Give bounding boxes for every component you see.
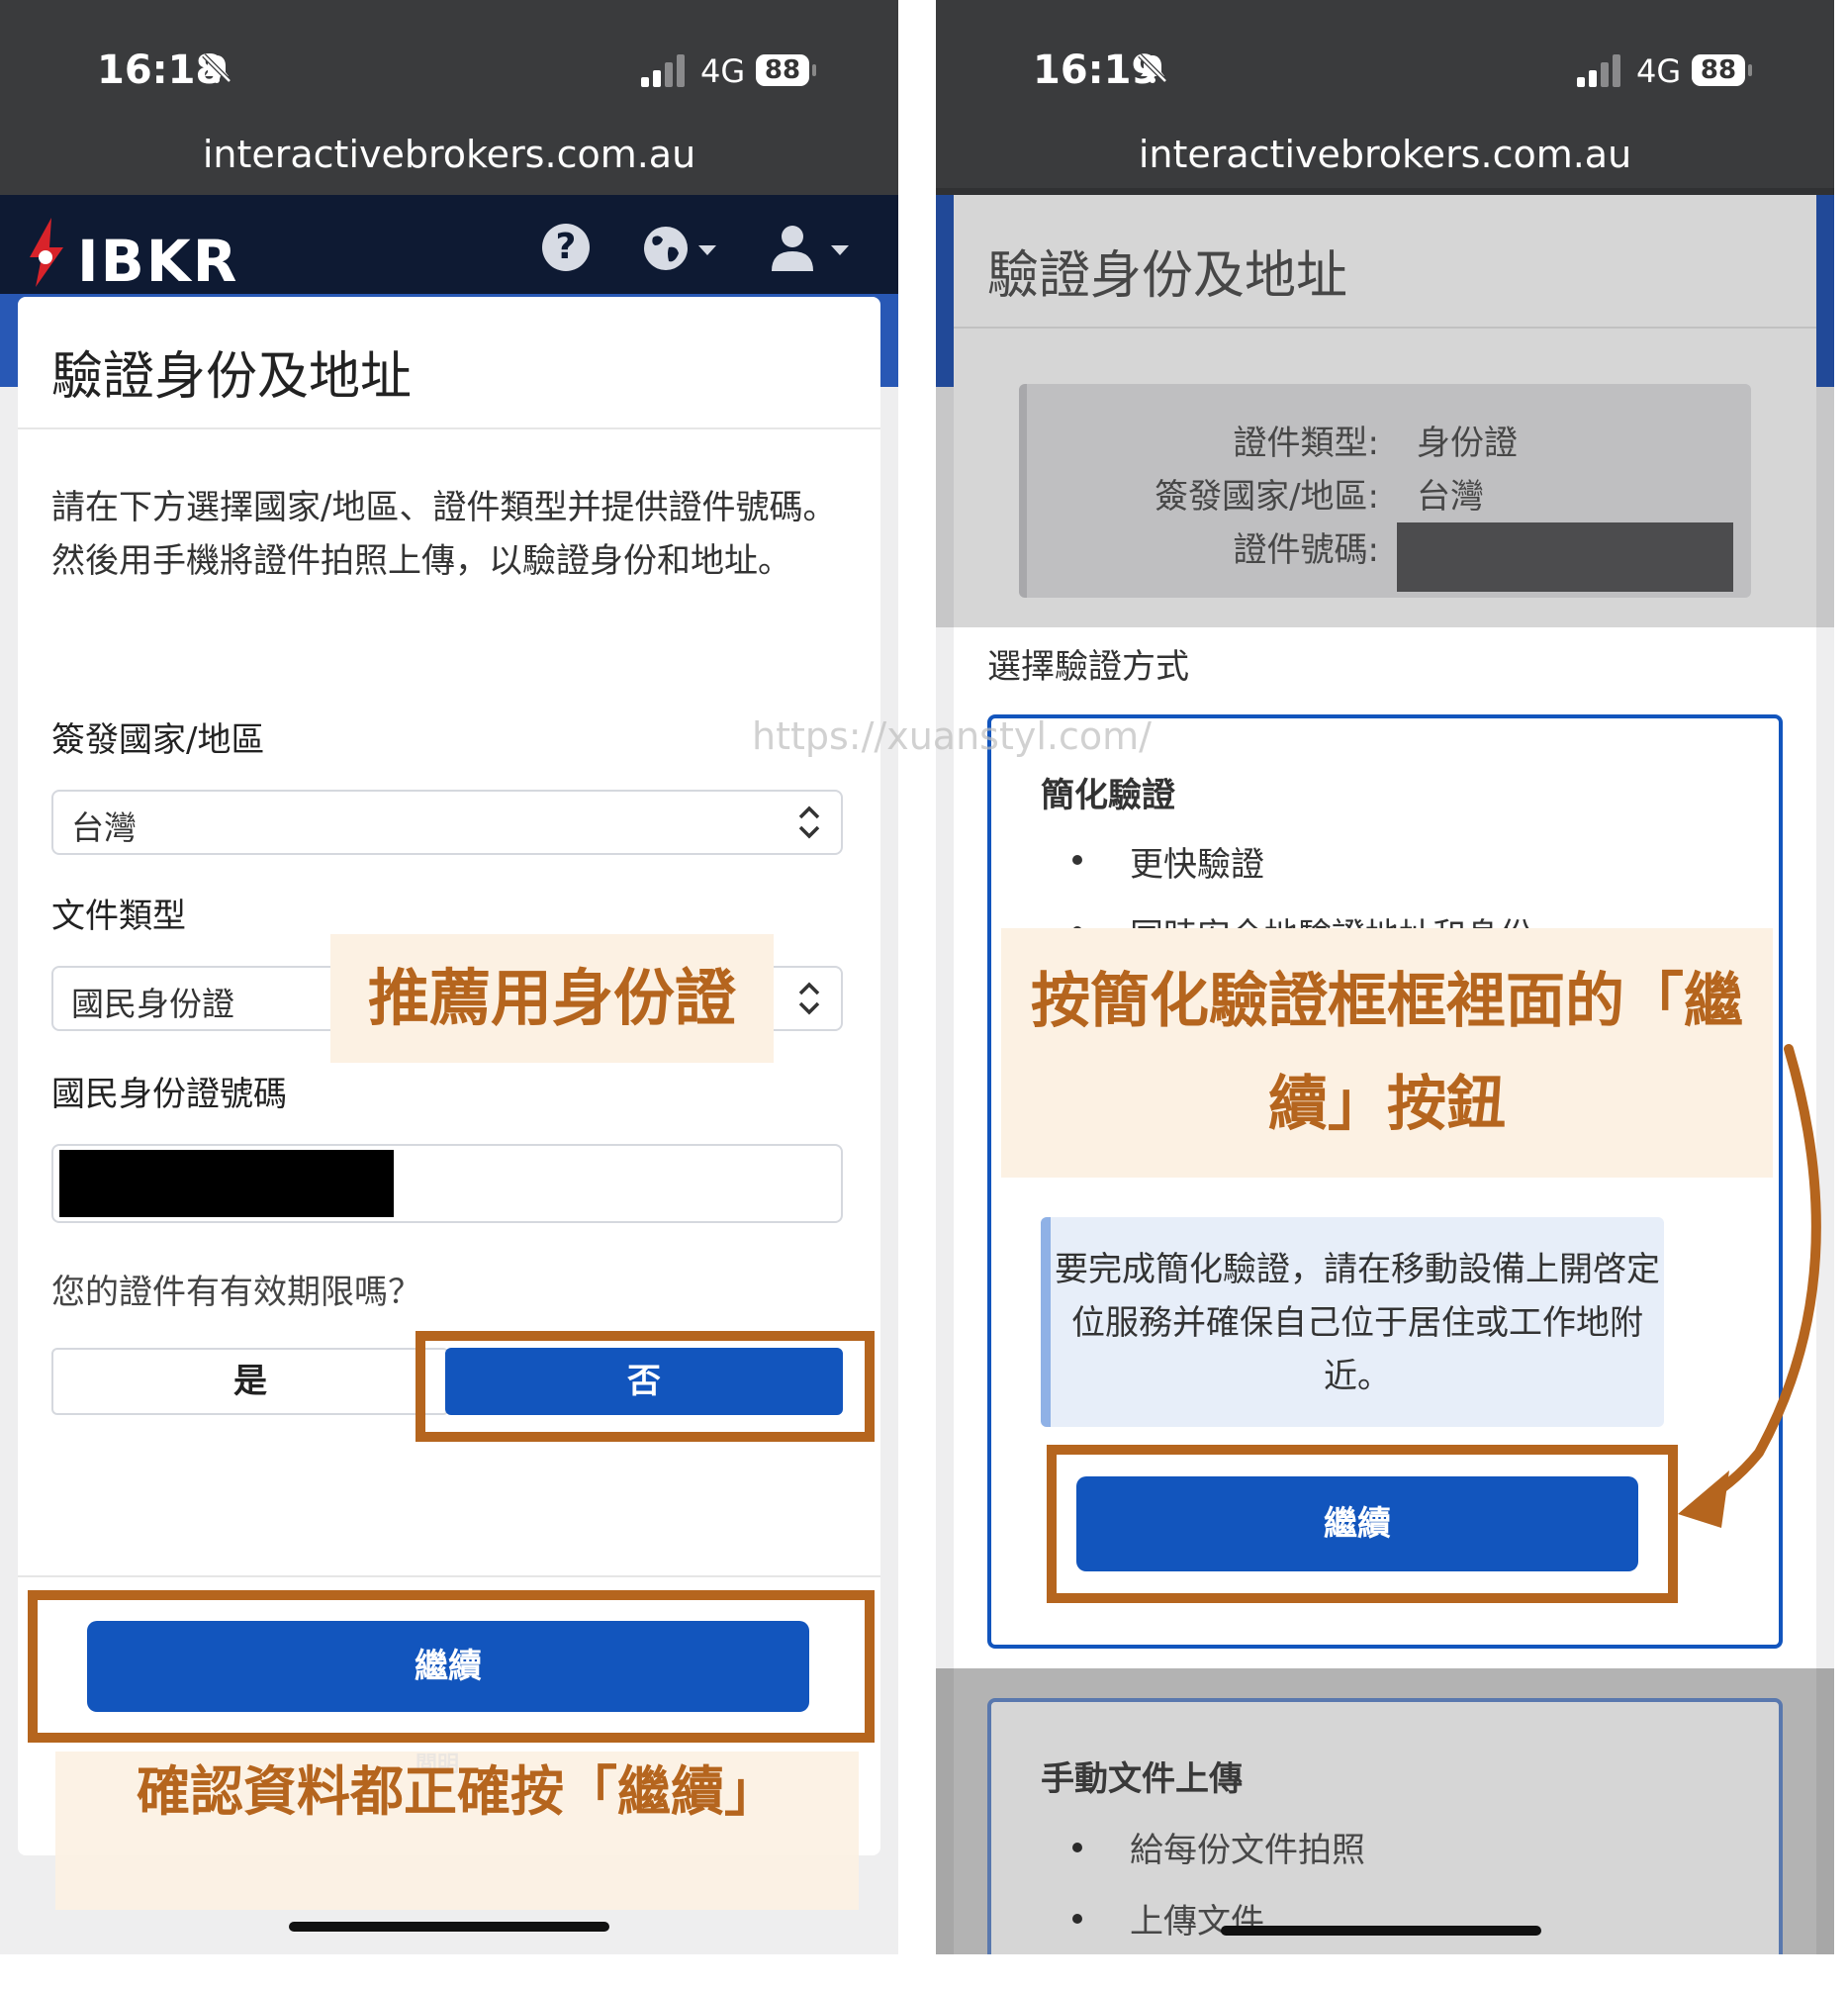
chevron-updown-icon (798, 982, 820, 1015)
bell-slash-icon (202, 53, 231, 83)
country-selected-value: 台灣 (71, 808, 137, 847)
document-type-label: 文件類型 (51, 897, 186, 936)
id-number-input[interactable] (51, 1144, 843, 1223)
instructions-text: 請在下方選擇國家/地區、證件類型并提供證件號碼。然後用手機將證件拍照上傳，以驗證… (51, 488, 837, 581)
globe-icon[interactable] (641, 224, 691, 273)
chevron-updown-icon (798, 805, 820, 839)
dim-overlay (936, 1668, 1834, 1954)
phone-screenshot-left: 16:18 4G 88 interactivebrokers.com.au IB… (0, 0, 898, 1954)
phone-screenshot-right: 16:19 4G 88 interactivebrokers.com.au 驗證… (936, 0, 1834, 1954)
user-icon[interactable] (770, 224, 815, 271)
network-type: 4G (700, 52, 746, 90)
address-bar-url[interactable]: interactivebrokers.com.au (936, 133, 1834, 176)
simplified-bullet-1: 更快驗證 (1130, 845, 1264, 885)
annotation-confirm-continue: 確認資料都正確按「繼續」 (55, 1752, 859, 1910)
brand-name[interactable]: IBKR (77, 228, 238, 295)
location-info-box: 要完成簡化驗證，請在移動設備上開啓定位服務并確保自己位于居住或工作地附近。 (1041, 1217, 1664, 1427)
chevron-down-icon[interactable] (831, 245, 849, 255)
status-bar: 16:19 4G 88 interactivebrokers.com.au (936, 0, 1834, 195)
home-indicator (1221, 1926, 1541, 1936)
network-type: 4G (1636, 52, 1682, 90)
help-icon[interactable]: ? (542, 224, 590, 271)
expiry-yes-button[interactable]: 是 (51, 1348, 449, 1415)
ibkr-logo-icon[interactable] (22, 218, 71, 287)
battery-cap (1748, 64, 1752, 76)
battery-icon: 88 (1692, 54, 1745, 86)
document-type-selected-value: 國民身份證 (71, 985, 234, 1023)
bullet (1072, 855, 1082, 865)
annotation-highlight-simplified-continue (1047, 1445, 1678, 1603)
divider (18, 427, 880, 429)
divider (18, 1575, 880, 1577)
battery-icon: 88 (756, 54, 809, 86)
status-bar: 16:18 4G 88 interactivebrokers.com.au (0, 0, 898, 195)
dim-overlay (936, 188, 1834, 627)
chevron-down-icon[interactable] (698, 245, 716, 255)
id-number-label: 國民身份證號碼 (51, 1075, 287, 1114)
simplified-title: 簡化驗證 (1041, 776, 1175, 815)
annotation-recommend-id: 推薦用身份證 (330, 934, 774, 1063)
expiry-question: 您的證件有有效期限嗎？ (51, 1273, 421, 1312)
address-bar-url[interactable]: interactivebrokers.com.au (0, 133, 898, 176)
country-select[interactable]: 台灣 (51, 790, 843, 855)
signal-icon (1577, 54, 1620, 87)
annotation-highlight-continue (28, 1590, 875, 1743)
annotation-press-simplified: 按簡化驗證框框裡面的「繼續」按鈕 (1001, 928, 1773, 1178)
annotation-highlight-no (416, 1331, 875, 1442)
battery-cap (812, 64, 816, 76)
method-heading: 選擇驗證方式 (987, 647, 1189, 687)
country-label: 簽發國家/地區 (51, 720, 265, 760)
bell-slash-icon (1138, 53, 1167, 83)
home-indicator (289, 1922, 609, 1932)
page-title: 驗證身份及地址 (51, 347, 413, 407)
signal-icon (641, 54, 685, 87)
redacted-id-number (59, 1150, 394, 1217)
curved-arrow-icon (1678, 1044, 1821, 1528)
watermark-text: https://xuanstyl.com/ (752, 714, 1152, 758)
